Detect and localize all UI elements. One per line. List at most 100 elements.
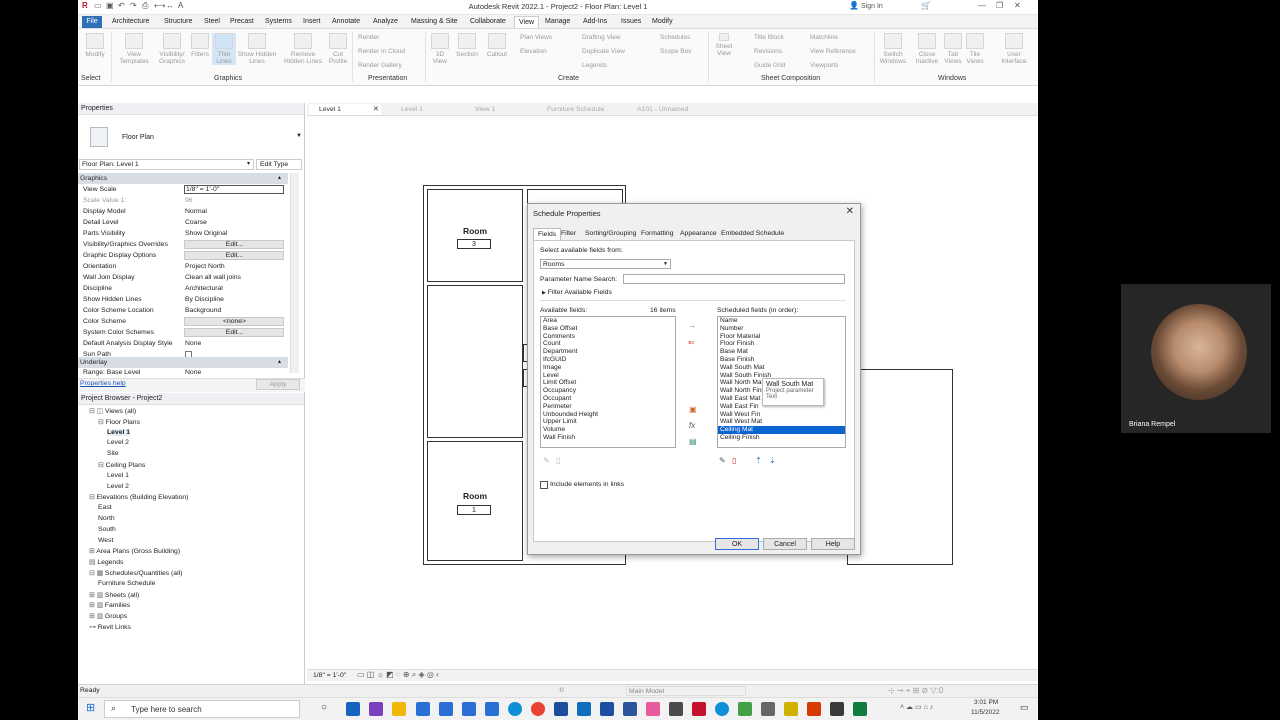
- visibility-graphics-button[interactable]: Visibility/ Graphics: [154, 33, 190, 65]
- available-field-item[interactable]: Comments: [541, 333, 675, 341]
- browser-item[interactable]: South: [98, 526, 116, 533]
- available-field-item[interactable]: Limit Offset: [541, 379, 675, 387]
- file-explorer-icon[interactable]: [392, 702, 406, 716]
- remove-hidden-lines-button[interactable]: Remove Hidden Lines: [280, 33, 326, 65]
- property-row[interactable]: System Color Schemes Edit...: [78, 327, 288, 338]
- scheduled-field-item[interactable]: Name: [718, 317, 845, 325]
- dialog-close-icon[interactable]: ✕: [846, 206, 854, 217]
- available-field-item[interactable]: Department: [541, 348, 675, 356]
- property-row[interactable]: Orientation Project North: [78, 261, 288, 272]
- browser-item[interactable]: West: [98, 537, 113, 544]
- view-tab-view1[interactable]: View 1: [465, 104, 495, 115]
- modify-button[interactable]: Modify: [83, 33, 107, 58]
- revit-taskbar-icon[interactable]: [439, 702, 453, 716]
- browser-item[interactable]: Site: [107, 450, 119, 457]
- edit-field-icon[interactable]: ✎: [719, 456, 726, 465]
- app-icon[interactable]: [784, 702, 798, 716]
- tab-formatting[interactable]: Formatting: [637, 228, 677, 240]
- available-field-item[interactable]: Volume: [541, 426, 675, 434]
- category-select[interactable]: Rooms ▼: [540, 259, 671, 269]
- plan-views-button[interactable]: Plan Views: [520, 34, 552, 41]
- view-button[interactable]: View: [712, 50, 736, 57]
- new-parameter-icon[interactable]: ▣: [689, 405, 697, 414]
- scheduled-field-item[interactable]: Base Finish: [718, 356, 845, 364]
- available-field-item[interactable]: Occupant: [541, 395, 675, 403]
- view-scale-control[interactable]: 1/8" = 1'-0": [313, 672, 346, 679]
- calculated-value-icon[interactable]: fx: [689, 421, 695, 430]
- browser-item[interactable]: ⊞ ▥ Families: [89, 601, 130, 609]
- ok-button[interactable]: OK: [715, 538, 759, 550]
- tab-file[interactable]: File: [82, 16, 102, 28]
- browser-item[interactable]: ⊶ Revit Links: [89, 623, 131, 631]
- tab-insert[interactable]: Insert: [299, 16, 325, 28]
- add-field-arrow-icon[interactable]: →: [688, 321, 696, 330]
- filters-button[interactable]: Filters: [188, 33, 212, 58]
- property-row[interactable]: Detail Level Coarse: [78, 217, 288, 228]
- scope-box-button[interactable]: Scope Box: [660, 48, 691, 55]
- tab-massing-site[interactable]: Massing & Site: [407, 16, 462, 28]
- minimize-icon[interactable]: —: [978, 1, 986, 10]
- property-row[interactable]: Default Analysis Display Style None: [78, 338, 288, 349]
- notification-icon[interactable]: ▭: [1020, 702, 1029, 713]
- revit-taskbar-icon[interactable]: [416, 702, 430, 716]
- delete-field-icon[interactable]: ▯: [732, 456, 736, 465]
- available-fields-list[interactable]: Area Base Offset Comments Count Department If…: [540, 316, 676, 448]
- scheduled-field-item[interactable]: Ceiling Finish: [718, 434, 845, 442]
- close-tab-icon[interactable]: ✕: [373, 104, 379, 115]
- view-tab-a101[interactable]: A101 - Unnamed: [627, 104, 688, 115]
- user-icon[interactable]: 👤: [849, 1, 859, 10]
- view-tab-level1[interactable]: Level 1 ✕: [309, 104, 381, 115]
- property-row[interactable]: Scale Value 1: 96: [78, 195, 288, 206]
- tab-filter[interactable]: Filter: [557, 228, 580, 240]
- view-reference-button[interactable]: View Reference: [810, 48, 856, 55]
- browser-item[interactable]: ⊞ ▥ Sheets (all): [89, 591, 139, 599]
- room-number-bottom[interactable]: 1: [457, 505, 491, 515]
- scheduled-field-item[interactable]: Wall West Fin: [718, 411, 845, 419]
- close-inactive-button[interactable]: Close Inactive: [912, 33, 942, 65]
- edge-icon[interactable]: [508, 702, 522, 716]
- elevation-button[interactable]: Elevation: [520, 48, 547, 55]
- app-icon[interactable]: [830, 702, 844, 716]
- revit-taskbar-icon[interactable]: [462, 702, 476, 716]
- property-row[interactable]: Graphic Display Options Edit...: [78, 250, 288, 261]
- available-field-item[interactable]: IfcGUID: [541, 356, 675, 364]
- browser-item[interactable]: ⊞ ▥ Groups: [89, 612, 127, 620]
- tab-add-ins[interactable]: Add-Ins: [579, 16, 611, 28]
- scheduled-field-item[interactable]: Floor Finish: [718, 340, 845, 348]
- move-up-icon[interactable]: ⇡: [755, 456, 762, 465]
- browser-item[interactable]: ⊞ Area Plans (Gross Building): [89, 547, 180, 555]
- properties-scrollbar[interactable]: [290, 173, 299, 373]
- thin-lines-button[interactable]: Thin Lines: [212, 33, 236, 65]
- property-row[interactable]: Visibility/Graphics Overrides Edit...: [78, 239, 288, 250]
- room-number-top[interactable]: 3: [457, 239, 491, 249]
- guide-grid-button[interactable]: Guide Grid: [754, 62, 785, 69]
- close-icon[interactable]: ✕: [1014, 1, 1021, 10]
- tab-collaborate[interactable]: Collaborate: [466, 16, 510, 28]
- scheduled-field-item[interactable]: Wall South Mat: [718, 364, 845, 372]
- view-templates-button[interactable]: View Templates: [116, 33, 152, 65]
- delete-parameter-icon[interactable]: ▯: [556, 456, 560, 465]
- tab-views-button[interactable]: Tab Views: [942, 33, 964, 65]
- excel-icon[interactable]: [853, 702, 867, 716]
- powerpoint-icon[interactable]: [807, 702, 821, 716]
- tab-annotate[interactable]: Annotate: [328, 16, 364, 28]
- remove-field-arrow-icon[interactable]: ⇐: [688, 338, 695, 347]
- property-row[interactable]: View Scale 1/8" = 1'-0": [78, 184, 288, 195]
- outlook-icon[interactable]: [346, 702, 360, 716]
- property-row[interactable]: Discipline Architectural: [78, 283, 288, 294]
- cancel-button[interactable]: Cancel: [763, 538, 807, 550]
- chrome-icon[interactable]: [531, 702, 545, 716]
- browser-item[interactable]: Level 2: [107, 483, 129, 490]
- browser-item[interactable]: North: [98, 515, 115, 522]
- help-button[interactable]: Help: [811, 538, 855, 550]
- available-field-item[interactable]: Image: [541, 364, 675, 372]
- user-interface-button[interactable]: User Interface: [996, 33, 1032, 65]
- group-select[interactable]: Select: [81, 75, 100, 82]
- property-row[interactable]: Wall Join Display Clean all wall joins: [78, 272, 288, 283]
- property-row[interactable]: Color Scheme <none>: [78, 316, 288, 327]
- taskbar-time[interactable]: 3:01 PM: [974, 699, 998, 706]
- show-hidden-lines-button[interactable]: Show Hidden Lines: [236, 33, 278, 65]
- apply-button[interactable]: Apply: [256, 379, 300, 390]
- section-button[interactable]: Section: [454, 33, 480, 58]
- revisions-button[interactable]: Revisions: [754, 48, 782, 55]
